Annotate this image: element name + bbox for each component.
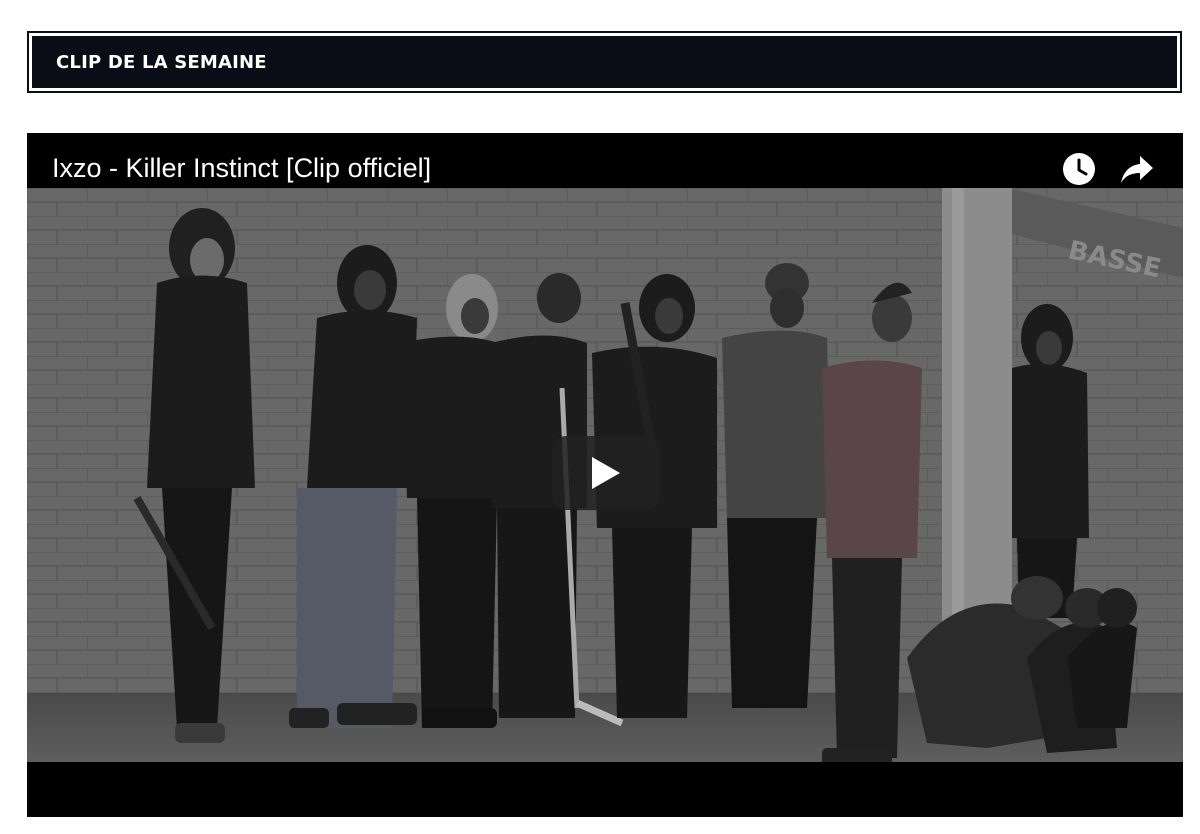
section-title: CLIP DE LA SEMAINE <box>56 51 267 73</box>
watch-later-button[interactable] <box>1061 151 1097 187</box>
clock-icon <box>1063 153 1095 185</box>
play-icon <box>592 457 620 489</box>
section-header-bar: CLIP DE LA SEMAINE <box>32 36 1177 88</box>
video-player[interactable]: BASSE Ixzo - Killer Instinct [Clip offic… <box>27 133 1183 817</box>
video-title-link[interactable]: Ixzo - Killer Instinct [Clip officiel] <box>52 153 431 184</box>
play-button[interactable] <box>552 436 660 510</box>
video-bottom-bar <box>27 762 1183 817</box>
share-arrow-icon <box>1121 156 1153 183</box>
video-actions <box>1061 151 1155 187</box>
video-title-bar: Ixzo - Killer Instinct [Clip officiel] <box>27 133 1183 188</box>
section-header: CLIP DE LA SEMAINE <box>27 31 1182 93</box>
share-button[interactable] <box>1119 151 1155 187</box>
